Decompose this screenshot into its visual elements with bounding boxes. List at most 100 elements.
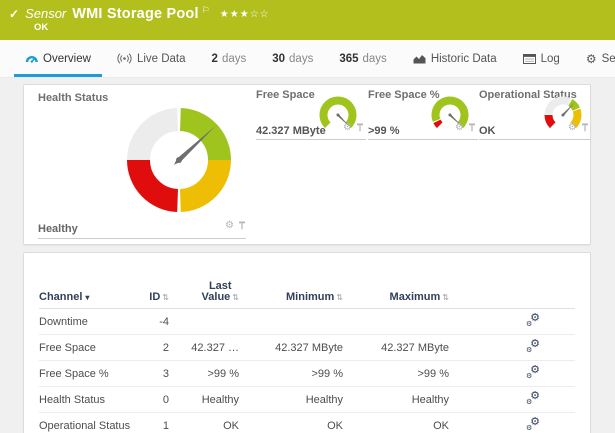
tab-bar: Overview Live Data 2 days 30 days 365 da… <box>0 40 615 78</box>
table-cell: 2 <box>162 341 169 354</box>
table-cell: 42.327 MByte <box>381 341 449 354</box>
panel-footer: >99 % ⚙ <box>368 120 478 140</box>
panel-title: Health Status <box>38 92 109 104</box>
table-row[interactable]: Downtime -4 ⚙ ⚙ <box>39 309 575 335</box>
column-label: Maximum <box>389 291 441 303</box>
table-cell: >99 % <box>311 367 344 380</box>
tab-settings[interactable]: ⚙ Settings <box>573 40 615 77</box>
table-cell: Healthy <box>201 393 239 406</box>
tab-label-number: 365 <box>339 52 359 65</box>
overview-gauges-card: Health Status Healthy ⚙ Free Space 42.32… <box>23 84 591 245</box>
table-cell: OK <box>433 419 449 432</box>
table-cell: 1 <box>162 419 169 432</box>
table-row[interactable]: Operational Status 1 OK OK OK ⚙ ⚙ <box>39 413 575 433</box>
channel-gear-icon[interactable]: ⚙ <box>568 123 577 133</box>
table-cell: 0 <box>162 393 169 406</box>
page-title: WMI Storage Pool <box>72 6 199 22</box>
table-cell: 3 <box>162 367 169 380</box>
column-header-minimum[interactable]: Minimum ⇅ <box>239 291 343 303</box>
tab-label: Historic Data <box>430 52 497 65</box>
column-header-maximum[interactable]: Maximum ⇅ <box>343 291 449 303</box>
column-label: Minimum <box>286 291 335 303</box>
table-row[interactable]: Free Space % 3 >99 % >99 % >99 % ⚙ ⚙ <box>39 361 575 387</box>
log-icon <box>522 53 536 64</box>
tab-overview[interactable]: Overview <box>12 40 104 77</box>
channel-gear-icon[interactable]: ⚙ <box>225 221 234 231</box>
channel-gear-icon[interactable]: ⚙ <box>343 123 352 133</box>
free-space-pct-value: >99 % <box>368 125 400 137</box>
tab-30-days[interactable]: 30 days <box>259 40 326 77</box>
tab-label: Live Data <box>136 52 186 65</box>
tab-label-unit: days <box>289 52 314 65</box>
tab-365-days[interactable]: 365 days <box>326 40 399 77</box>
table-cell: 42.327 … <box>191 341 239 354</box>
channel-settings-gears-icon[interactable]: ⚙ ⚙ <box>526 416 540 432</box>
tab-label-unit: days <box>362 52 387 65</box>
table-body: Downtime -4 ⚙ ⚙ Free Space 2 42.327 … 42.327 MB… <box>39 309 575 433</box>
channel-table-card: Channel ▾ ID ⇅ Last Value ⇅ Minimum ⇅ Maximu… <box>23 252 591 433</box>
status-badge: OK <box>34 22 49 33</box>
table-cell: >99 % <box>417 367 450 380</box>
chart-icon <box>413 54 426 64</box>
channel-gear-icon[interactable]: ⚙ <box>455 123 464 133</box>
sort-caret-icon: ▾ <box>85 293 90 302</box>
free-space-value: 42.327 MByte <box>256 125 326 137</box>
table-row[interactable]: Free Space 2 42.327 … 42.327 MByte 42.327 MB… <box>39 335 575 361</box>
health-status-gauge <box>124 105 234 215</box>
channel-settings-gears-icon[interactable]: ⚙ ⚙ <box>526 312 540 328</box>
status-check-icon: ✓ <box>9 7 20 21</box>
column-label: ID <box>149 291 161 303</box>
tab-label: Settings <box>601 52 615 65</box>
panel-footer: OK ⚙ <box>479 120 591 140</box>
table-cell: Healthy <box>411 393 449 406</box>
operational-status-panel: Operational Status OK ⚙ <box>479 87 591 140</box>
flag-icon[interactable]: ⚐ <box>202 5 210 16</box>
channel-settings-gears-icon[interactable]: ⚙ ⚙ <box>526 390 540 406</box>
broadcast-icon <box>117 53 132 64</box>
table-cell: >99 % <box>207 367 240 380</box>
channel-settings-gears-icon[interactable]: ⚙ ⚙ <box>526 338 540 354</box>
table-cell: 42.327 MByte <box>275 341 343 354</box>
table-cell: -4 <box>159 315 169 328</box>
table-cell: OK <box>327 419 343 432</box>
tab-label-number: 30 <box>272 52 286 65</box>
column-label: Channel <box>39 291 83 303</box>
free-space-pct-panel: Free Space % >99 % ⚙ <box>368 87 478 140</box>
tab-label: Overview <box>43 52 91 65</box>
panel-title: Free Space <box>256 89 315 101</box>
channel-table: Channel ▾ ID ⇅ Last Value ⇅ Minimum ⇅ Maximu… <box>39 275 575 433</box>
table-cell: Healthy <box>305 393 343 406</box>
column-header-channel[interactable]: Channel ▾ <box>39 291 139 303</box>
tab-label-unit: days <box>221 52 247 65</box>
sort-icon: ⇅ <box>162 293 169 302</box>
column-header-id[interactable]: ID ⇅ <box>139 291 169 303</box>
gauge-icon <box>25 53 38 64</box>
gear-icon: ⚙ <box>585 51 597 66</box>
table-cell: Free Space <box>39 341 96 354</box>
pin-icon[interactable] <box>468 119 476 137</box>
column-label: Value <box>201 291 231 303</box>
channel-settings-gears-icon[interactable]: ⚙ ⚙ <box>526 364 540 380</box>
tab-historic-data[interactable]: Historic Data <box>400 40 510 77</box>
pin-icon[interactable] <box>238 217 246 235</box>
star-rating[interactable]: ★★★☆☆ <box>220 9 270 20</box>
tab-live-data[interactable]: Live Data <box>104 40 199 77</box>
table-cell-settings: ⚙ ⚙ <box>449 338 575 356</box>
sensor-header: ✓ Sensor WMI Storage Pool ⚐ ★★★☆☆ OK <box>0 0 615 40</box>
tab-2-days[interactable]: 2 days <box>199 40 260 77</box>
table-cell-settings: ⚙ ⚙ <box>449 416 575 433</box>
column-header-last-value[interactable]: Last Value ⇅ <box>169 281 239 303</box>
pin-icon[interactable] <box>581 119 589 137</box>
table-cell-settings: ⚙ ⚙ <box>449 364 575 382</box>
table-cell: Free Space % <box>39 367 109 380</box>
table-cell: OK <box>223 419 239 432</box>
tab-log[interactable]: Log <box>510 40 573 77</box>
table-cell: Health Status <box>39 393 106 406</box>
tab-label-number: 2 <box>211 52 218 65</box>
table-row[interactable]: Health Status 0 Healthy Healthy Healthy ⚙ ⚙ <box>39 387 575 413</box>
health-status-value: Healthy <box>38 223 78 235</box>
pin-icon[interactable] <box>356 119 364 137</box>
table-cell: Downtime <box>39 315 88 328</box>
sort-icon: ⇅ <box>336 293 343 302</box>
table-header-row: Channel ▾ ID ⇅ Last Value ⇅ Minimum ⇅ Maximu… <box>39 275 575 309</box>
